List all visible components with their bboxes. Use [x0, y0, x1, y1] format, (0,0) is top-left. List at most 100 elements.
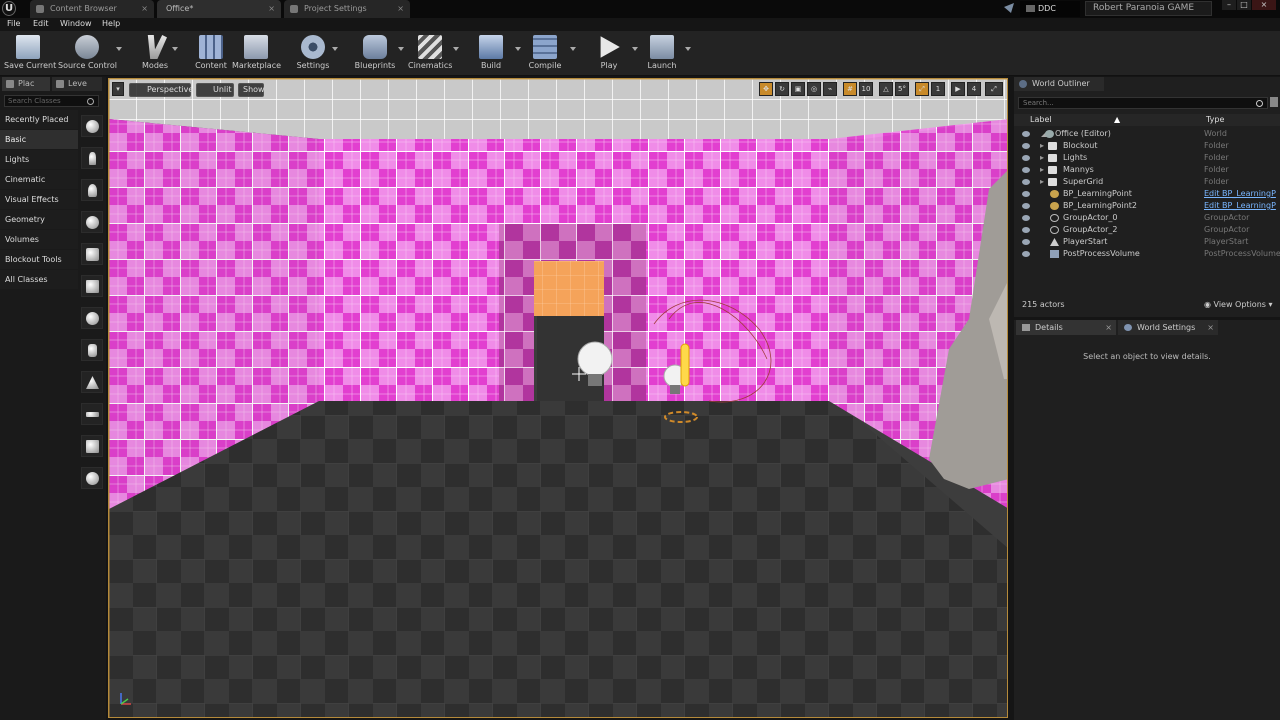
column-type[interactable]: Type [1206, 114, 1224, 126]
actor-thumb-sphere-trigger[interactable] [81, 467, 103, 489]
tab-world-settings[interactable]: World Settings × [1118, 320, 1218, 335]
visibility-eye-icon[interactable] [1022, 239, 1030, 245]
tab-details[interactable]: Details × [1016, 320, 1116, 335]
actor-thumb-point-light[interactable] [81, 211, 103, 233]
cinematics-dropdown[interactable] [453, 47, 459, 51]
column-label[interactable]: Label [1030, 114, 1052, 126]
maximize-icon[interactable]: □ [1237, 0, 1251, 10]
category-cinematic[interactable]: Cinematic [0, 170, 78, 189]
translate-tool-icon[interactable]: ✥ [759, 82, 773, 96]
actor-thumb-character[interactable] [81, 147, 103, 169]
build-dropdown[interactable] [515, 47, 521, 51]
compile-dropdown[interactable] [570, 47, 576, 51]
camera-speed-value[interactable]: 4 [967, 82, 981, 96]
category-recently-placed[interactable]: Recently Placed [0, 110, 78, 129]
modes-dropdown[interactable] [172, 47, 178, 51]
actor-thumb-cube[interactable] [81, 275, 103, 297]
outliner-row[interactable]: BP_LearningPoint2 Edit BP_LearningP [1014, 200, 1280, 212]
tab-project-settings[interactable]: Project Settings × [284, 0, 410, 18]
close-window-icon[interactable]: × [1252, 0, 1276, 10]
scale-tool-icon[interactable]: ▣ [791, 82, 805, 96]
view-options-button[interactable]: ◉ View Options ▾ [1204, 300, 1273, 309]
category-blockout-tools[interactable]: Blockout Tools [0, 250, 78, 269]
visibility-eye-icon[interactable] [1022, 179, 1030, 185]
search-icon[interactable] [87, 98, 94, 105]
actor-thumb-cone[interactable] [81, 371, 103, 393]
world-local-icon[interactable]: ◎ [807, 82, 821, 96]
source-control-button[interactable]: Source Control [58, 33, 117, 73]
search-classes-input[interactable]: Search Classes [4, 95, 99, 107]
search-icon[interactable] [1256, 100, 1263, 107]
compile-button[interactable]: Compile [528, 33, 562, 73]
category-geometry[interactable]: Geometry [0, 210, 78, 229]
actor-thumb-player-start[interactable] [81, 243, 103, 265]
ddc-indicator[interactable]: DDC [1020, 1, 1080, 17]
edit-blueprint-link[interactable]: Edit BP_LearningP [1204, 200, 1276, 212]
grid-snap-value[interactable]: 10 [859, 82, 873, 96]
close-icon[interactable]: × [1207, 320, 1214, 335]
outliner-row[interactable]: ▸ Mannys Folder [1014, 164, 1280, 176]
category-all-classes[interactable]: All Classes [0, 270, 78, 289]
minimize-icon[interactable]: – [1222, 0, 1236, 10]
visibility-eye-icon[interactable] [1022, 203, 1030, 209]
blueprints-dropdown[interactable] [398, 47, 404, 51]
settings-dropdown[interactable] [332, 47, 338, 51]
visibility-eye-icon[interactable] [1022, 227, 1030, 233]
build-button[interactable]: Build [478, 33, 504, 73]
expand-arrow-icon[interactable]: ▸ [1040, 164, 1044, 176]
play-button[interactable]: Play [594, 33, 624, 73]
category-visual-effects[interactable]: Visual Effects [0, 190, 78, 209]
outliner-row[interactable]: ▸ Blockout Folder [1014, 140, 1280, 152]
launch-button[interactable]: Launch [646, 33, 678, 73]
expand-arrow-icon[interactable]: ▸ [1040, 176, 1044, 188]
edit-blueprint-link[interactable]: Edit BP_LearningP [1204, 188, 1276, 200]
save-current-button[interactable]: Save Current [4, 33, 56, 73]
source-control-dropdown[interactable] [116, 47, 122, 51]
marketplace-button[interactable]: Marketplace [232, 33, 281, 73]
grid-snap-icon[interactable]: # [843, 82, 857, 96]
sort-ascending-icon[interactable]: ▲ [1114, 114, 1120, 126]
close-icon[interactable]: × [397, 0, 404, 18]
viewport-options-icon[interactable]: ▾ [112, 82, 124, 96]
visibility-eye-icon[interactable] [1022, 251, 1030, 257]
rotation-snap-icon[interactable]: △ [879, 82, 893, 96]
actor-thumb-cylinder[interactable] [81, 339, 103, 361]
actor-thumb-pawn[interactable] [81, 179, 103, 201]
scale-snap-value[interactable]: 1 [931, 82, 945, 96]
outliner-row[interactable]: GroupActor_0 GroupActor [1014, 212, 1280, 224]
visibility-eye-icon[interactable] [1022, 143, 1030, 149]
tab-content-browser[interactable]: Content Browser × [30, 0, 154, 18]
menu-window[interactable]: Window [60, 18, 92, 30]
category-lights[interactable]: Lights [0, 150, 78, 169]
outliner-row[interactable]: PlayerStart PlayerStart [1014, 236, 1280, 248]
outliner-row[interactable]: ▸ Lights Folder [1014, 152, 1280, 164]
outliner-row[interactable]: ◢Office (Editor)World [1014, 128, 1280, 140]
show-button[interactable]: Show [238, 83, 265, 97]
actor-thumb-sphere-2[interactable] [81, 307, 103, 329]
outliner-row[interactable]: PostProcessVolume PostProcessVolume [1014, 248, 1280, 260]
close-icon[interactable]: × [141, 0, 148, 18]
tab-office[interactable]: Office* × [157, 0, 281, 18]
outliner-row[interactable]: BP_LearningPoint Edit BP_LearningP [1014, 188, 1280, 200]
cinematics-button[interactable]: Cinematics [408, 33, 452, 73]
modes-button[interactable]: Modes [138, 33, 172, 73]
camera-speed-icon[interactable]: ▶ [951, 82, 965, 96]
launch-dropdown[interactable] [685, 47, 691, 51]
maximize-viewport-icon[interactable]: ⤢ [985, 82, 1003, 96]
visibility-eye-icon[interactable] [1022, 155, 1030, 161]
settings-button[interactable]: Settings [296, 33, 330, 73]
category-basic[interactable]: Basic [0, 130, 78, 149]
tab-levels[interactable]: Leve [52, 77, 102, 91]
perspective-button[interactable]: Perspective [129, 83, 193, 97]
view-mode-button[interactable]: Unlit [196, 83, 234, 97]
close-icon[interactable]: × [1105, 320, 1112, 335]
tab-place[interactable]: Plac [2, 77, 50, 91]
visibility-eye-icon[interactable] [1022, 215, 1030, 221]
close-icon[interactable]: × [268, 0, 275, 18]
category-volumes[interactable]: Volumes [0, 230, 78, 249]
actor-thumb-sphere[interactable] [81, 115, 103, 137]
outliner-settings-icon[interactable] [1270, 97, 1278, 107]
visibility-eye-icon[interactable] [1022, 191, 1030, 197]
world-outliner-tab[interactable]: World Outliner [1014, 77, 1104, 91]
menu-file[interactable]: File [7, 18, 20, 30]
